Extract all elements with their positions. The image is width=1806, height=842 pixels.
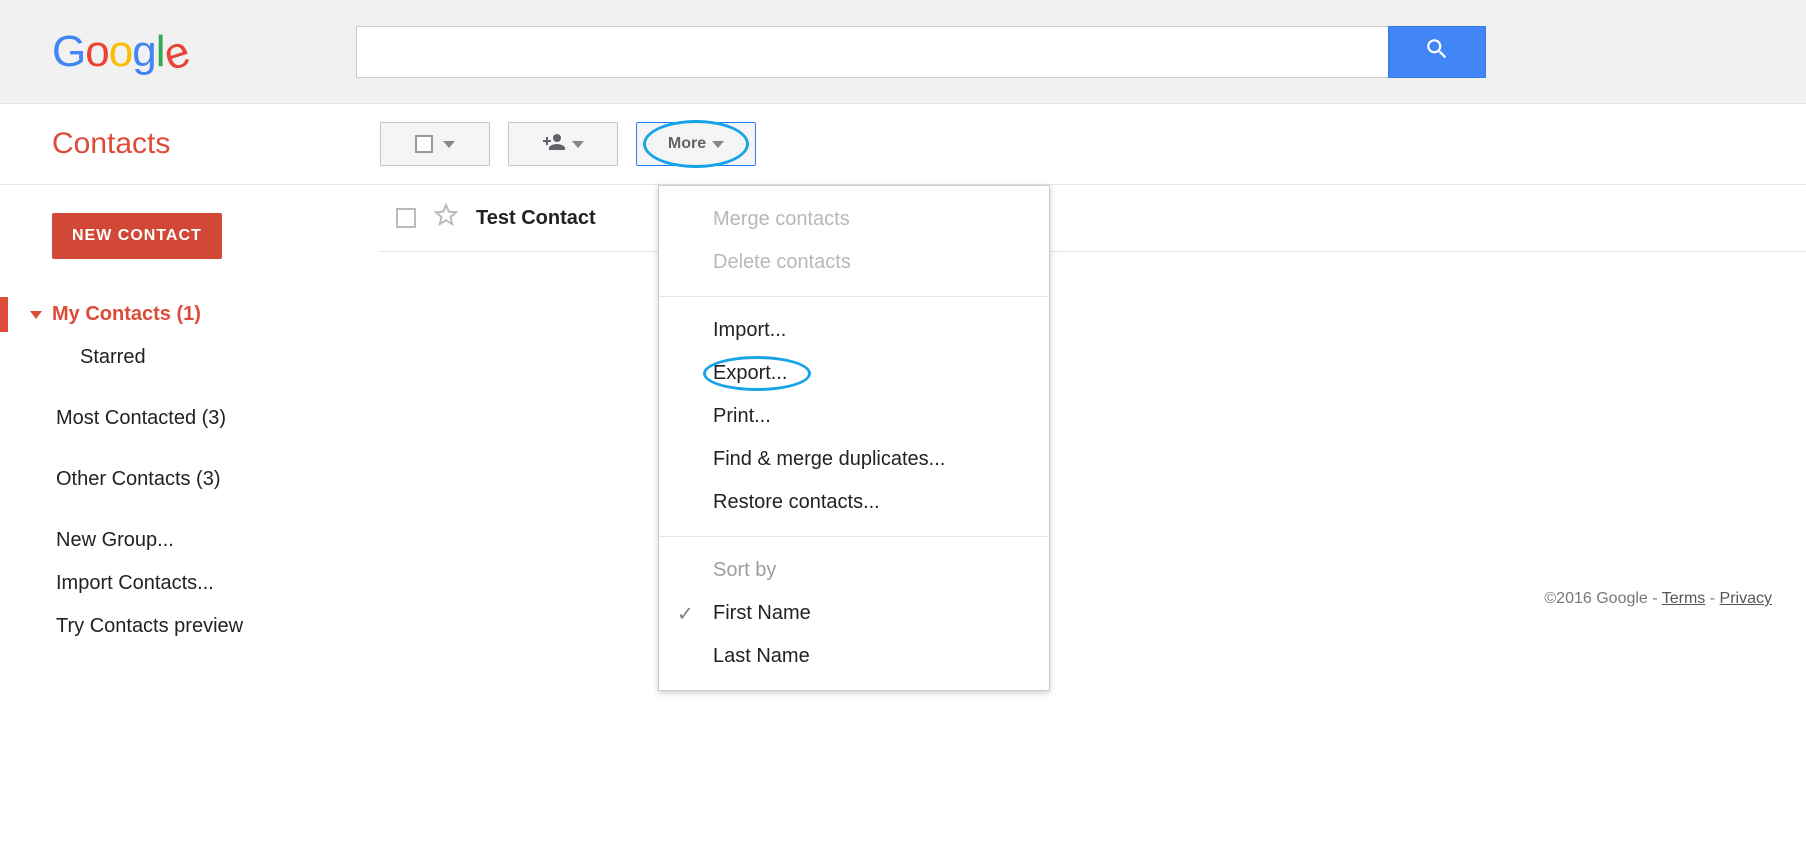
row-checkbox[interactable] — [396, 208, 416, 228]
menu-item-label: Sort by — [713, 559, 776, 582]
menu-item-label: Export... — [713, 362, 787, 385]
star-icon[interactable] — [434, 203, 458, 233]
sidebar-item-import-contacts[interactable]: Import Contacts... — [0, 562, 380, 605]
footer: ©2016 Google - Terms - Privacy — [1544, 590, 1772, 608]
app-title: Contacts — [52, 127, 380, 161]
sidebar-item-label: My Contacts (1) — [52, 303, 201, 326]
menu-item-label: Delete contacts — [713, 251, 851, 274]
sidebar: NEW CONTACT My Contacts (1) Starred Most… — [0, 185, 380, 648]
menu-item-delete-contacts: Delete contacts — [659, 241, 1049, 284]
menu-item-sort-last-name[interactable]: Last Name — [659, 635, 1049, 678]
global-header: Google — [0, 0, 1806, 104]
new-contact-button[interactable]: NEW CONTACT — [52, 213, 222, 259]
menu-item-label: Restore contacts... — [713, 491, 880, 514]
sidebar-item-label: Import Contacts... — [56, 572, 214, 595]
google-logo: Google — [52, 30, 188, 74]
sidebar-item-starred[interactable]: Starred — [0, 336, 380, 379]
person-add-icon — [542, 130, 566, 159]
footer-terms-link[interactable]: Terms — [1662, 590, 1706, 607]
menu-item-label: Import... — [713, 319, 786, 342]
more-button-label: More — [668, 135, 706, 153]
footer-copyright: ©2016 Google — [1544, 590, 1647, 607]
search-icon — [1424, 36, 1450, 67]
sidebar-item-my-contacts[interactable]: My Contacts (1) — [0, 293, 380, 336]
check-icon: ✓ — [677, 601, 694, 626]
menu-item-merge-contacts: Merge contacts — [659, 198, 1049, 241]
sidebar-item-try-preview[interactable]: Try Contacts preview — [0, 605, 380, 648]
sidebar-item-label: Try Contacts preview — [56, 615, 243, 638]
toolbar: More — [380, 122, 756, 166]
sidebar-nav: My Contacts (1) Starred Most Contacted (… — [0, 293, 380, 648]
menu-item-restore-contacts[interactable]: Restore contacts... — [659, 481, 1049, 524]
search-bar — [356, 26, 1486, 78]
contact-name: Test Contact — [476, 207, 596, 230]
select-all-button[interactable] — [380, 122, 490, 166]
chevron-down-icon — [572, 141, 584, 148]
menu-item-label: First Name — [713, 602, 811, 625]
menu-item-sort-first-name[interactable]: ✓ First Name — [659, 592, 1049, 635]
menu-item-find-merge-duplicates[interactable]: Find & merge duplicates... — [659, 438, 1049, 481]
sidebar-item-new-group[interactable]: New Group... — [0, 519, 380, 562]
search-button[interactable] — [1388, 26, 1486, 78]
checkbox-icon — [415, 135, 433, 153]
sidebar-item-label: Other Contacts (3) — [56, 468, 221, 491]
app-body: NEW CONTACT My Contacts (1) Starred Most… — [0, 185, 1806, 648]
sidebar-item-label: Most Contacted (3) — [56, 407, 226, 430]
more-menu-button[interactable]: More — [636, 122, 756, 166]
sidebar-item-label: New Group... — [56, 529, 174, 552]
contact-row[interactable]: Test Contact — [380, 185, 1806, 252]
footer-privacy-link[interactable]: Privacy — [1720, 590, 1772, 607]
footer-sep: - — [1710, 590, 1720, 607]
menu-item-label: Print... — [713, 405, 771, 428]
app-bar: Contacts More — [0, 104, 1806, 185]
menu-item-label: Last Name — [713, 645, 810, 668]
menu-heading-sort-by: Sort by — [659, 549, 1049, 592]
more-dropdown-menu: Merge contacts Delete contacts Import...… — [658, 185, 1050, 691]
chevron-down-icon — [30, 311, 42, 319]
chevron-down-icon — [443, 141, 455, 148]
main-content: Test Contact Merge contacts Delete conta… — [380, 185, 1806, 648]
menu-item-label: Find & merge duplicates... — [713, 448, 945, 471]
menu-item-import[interactable]: Import... — [659, 309, 1049, 352]
menu-item-label: Merge contacts — [713, 208, 850, 231]
menu-item-print[interactable]: Print... — [659, 395, 1049, 438]
sidebar-item-other-contacts[interactable]: Other Contacts (3) — [0, 458, 380, 501]
chevron-down-icon — [712, 141, 724, 148]
sidebar-item-most-contacted[interactable]: Most Contacted (3) — [0, 397, 380, 440]
search-input[interactable] — [356, 26, 1388, 78]
sidebar-item-label: Starred — [80, 346, 146, 369]
footer-sep: - — [1652, 590, 1661, 607]
menu-item-export[interactable]: Export... — [659, 352, 1049, 395]
add-to-contacts-button[interactable] — [508, 122, 618, 166]
